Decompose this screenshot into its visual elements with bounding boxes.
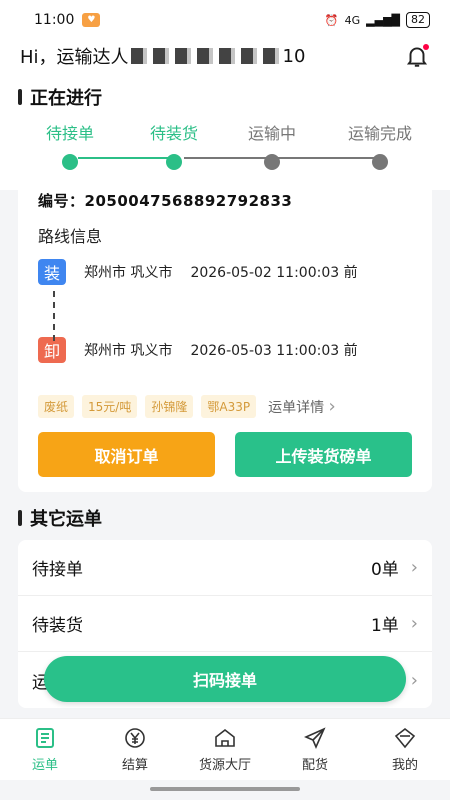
order-actions: 取消订单 上传装货磅单 xyxy=(38,432,412,477)
battery-indicator: 82 xyxy=(406,12,430,28)
other-row-pending-load[interactable]: 待装货 1单 › xyxy=(18,596,432,652)
scan-accept-button[interactable]: 扫码接单 xyxy=(44,656,406,702)
notification-bell-button[interactable] xyxy=(404,43,430,69)
profile-icon xyxy=(394,727,416,749)
unread-dot xyxy=(423,44,429,50)
greeting-prefix: Hi，运输达人 xyxy=(20,47,129,68)
cancel-order-button[interactable]: 取消订单 xyxy=(38,432,215,477)
status-bar: 11:00 ♥ ⏰ 4G ▂▄▆█ 82 xyxy=(0,0,450,40)
unload-time: 2026-05-03 11:00:03 前 xyxy=(190,343,358,359)
other-row-pending-accept[interactable]: 待接单 0单 › xyxy=(18,540,432,596)
chevron-right-icon: › xyxy=(328,396,336,417)
load-badge: 装 xyxy=(38,259,66,285)
tag-plate: 鄂A33P xyxy=(201,395,257,418)
other-waybills-title: 其它运单 xyxy=(0,505,450,531)
header: Hi，运输达人 10 xyxy=(0,40,450,72)
tab-cargo-hall[interactable]: 货源大厅 xyxy=(180,719,270,780)
chevron-right-icon: › xyxy=(410,613,418,634)
unload-row: 卸 郑州市 巩义市 2026-05-03 11:00:03 前 xyxy=(38,337,412,363)
network-label: 4G xyxy=(344,13,361,27)
chevron-right-icon: › xyxy=(410,557,418,578)
order-detail-link[interactable]: 运单详情 › xyxy=(268,396,336,417)
notification-app-icon: ♥ xyxy=(82,13,101,27)
order-tags: 废纸 15元/吨 孙锦隆 鄂A33P 运单详情 › xyxy=(38,395,412,418)
step-in-transit[interactable]: 运输中 xyxy=(227,120,317,170)
tab-settlement[interactable]: 结算 xyxy=(90,719,180,780)
order-number: 编号：2050047568892792833 xyxy=(38,192,293,210)
tab-dispatch[interactable]: 配货 xyxy=(270,719,360,780)
route-info-title: 路线信息 xyxy=(38,227,103,246)
clock: 11:00 xyxy=(34,12,75,28)
tab-waybill[interactable]: 运单 xyxy=(0,719,90,780)
greeting-suffix: 10 xyxy=(282,45,306,67)
bottom-tab-bar: 运单 结算 货源大厅 配货 我的 xyxy=(0,718,450,780)
alarm-icon: ⏰ xyxy=(324,13,339,27)
tag-shipper: 孙锦隆 xyxy=(145,395,194,418)
home-icon xyxy=(215,728,235,747)
order-card[interactable]: 编号：2050047568892792833 路线信息 装 郑州市 巩义市 20… xyxy=(18,176,432,492)
route-connector xyxy=(53,291,55,341)
home-indicator xyxy=(150,787,300,791)
step-pending-accept[interactable]: 待接单 xyxy=(25,120,115,170)
send-icon xyxy=(304,727,326,749)
progress-stepper: 待接单 待装货 运输中 运输完成 xyxy=(0,120,450,180)
load-row: 装 郑州市 巩义市 2026-05-02 11:00:03 前 xyxy=(38,259,412,285)
in-progress-section: 正在进行 待接单 待装货 运输中 运输完成 xyxy=(0,72,450,190)
step-completed[interactable]: 运输完成 xyxy=(335,120,425,170)
chevron-right-icon: › xyxy=(410,669,418,691)
upload-weigh-slip-button[interactable]: 上传装货磅单 xyxy=(235,432,412,477)
signal-icon: ▂▄▆█ xyxy=(366,13,400,27)
in-progress-title: 正在进行 xyxy=(0,84,450,110)
step-pending-load[interactable]: 待装货 xyxy=(129,120,219,170)
greeting: Hi，运输达人 10 xyxy=(20,43,305,69)
tab-profile[interactable]: 我的 xyxy=(360,719,450,780)
waybill-icon xyxy=(36,728,54,748)
yen-icon xyxy=(125,728,145,748)
load-time: 2026-05-02 11:00:03 前 xyxy=(190,265,358,281)
tag-cargo: 废纸 xyxy=(38,395,75,418)
load-place: 郑州市 巩义市 xyxy=(84,265,173,281)
tag-price: 15元/吨 xyxy=(82,395,138,418)
unload-badge: 卸 xyxy=(38,337,66,363)
masked-username xyxy=(130,48,281,64)
unload-place: 郑州市 巩义市 xyxy=(84,343,173,359)
